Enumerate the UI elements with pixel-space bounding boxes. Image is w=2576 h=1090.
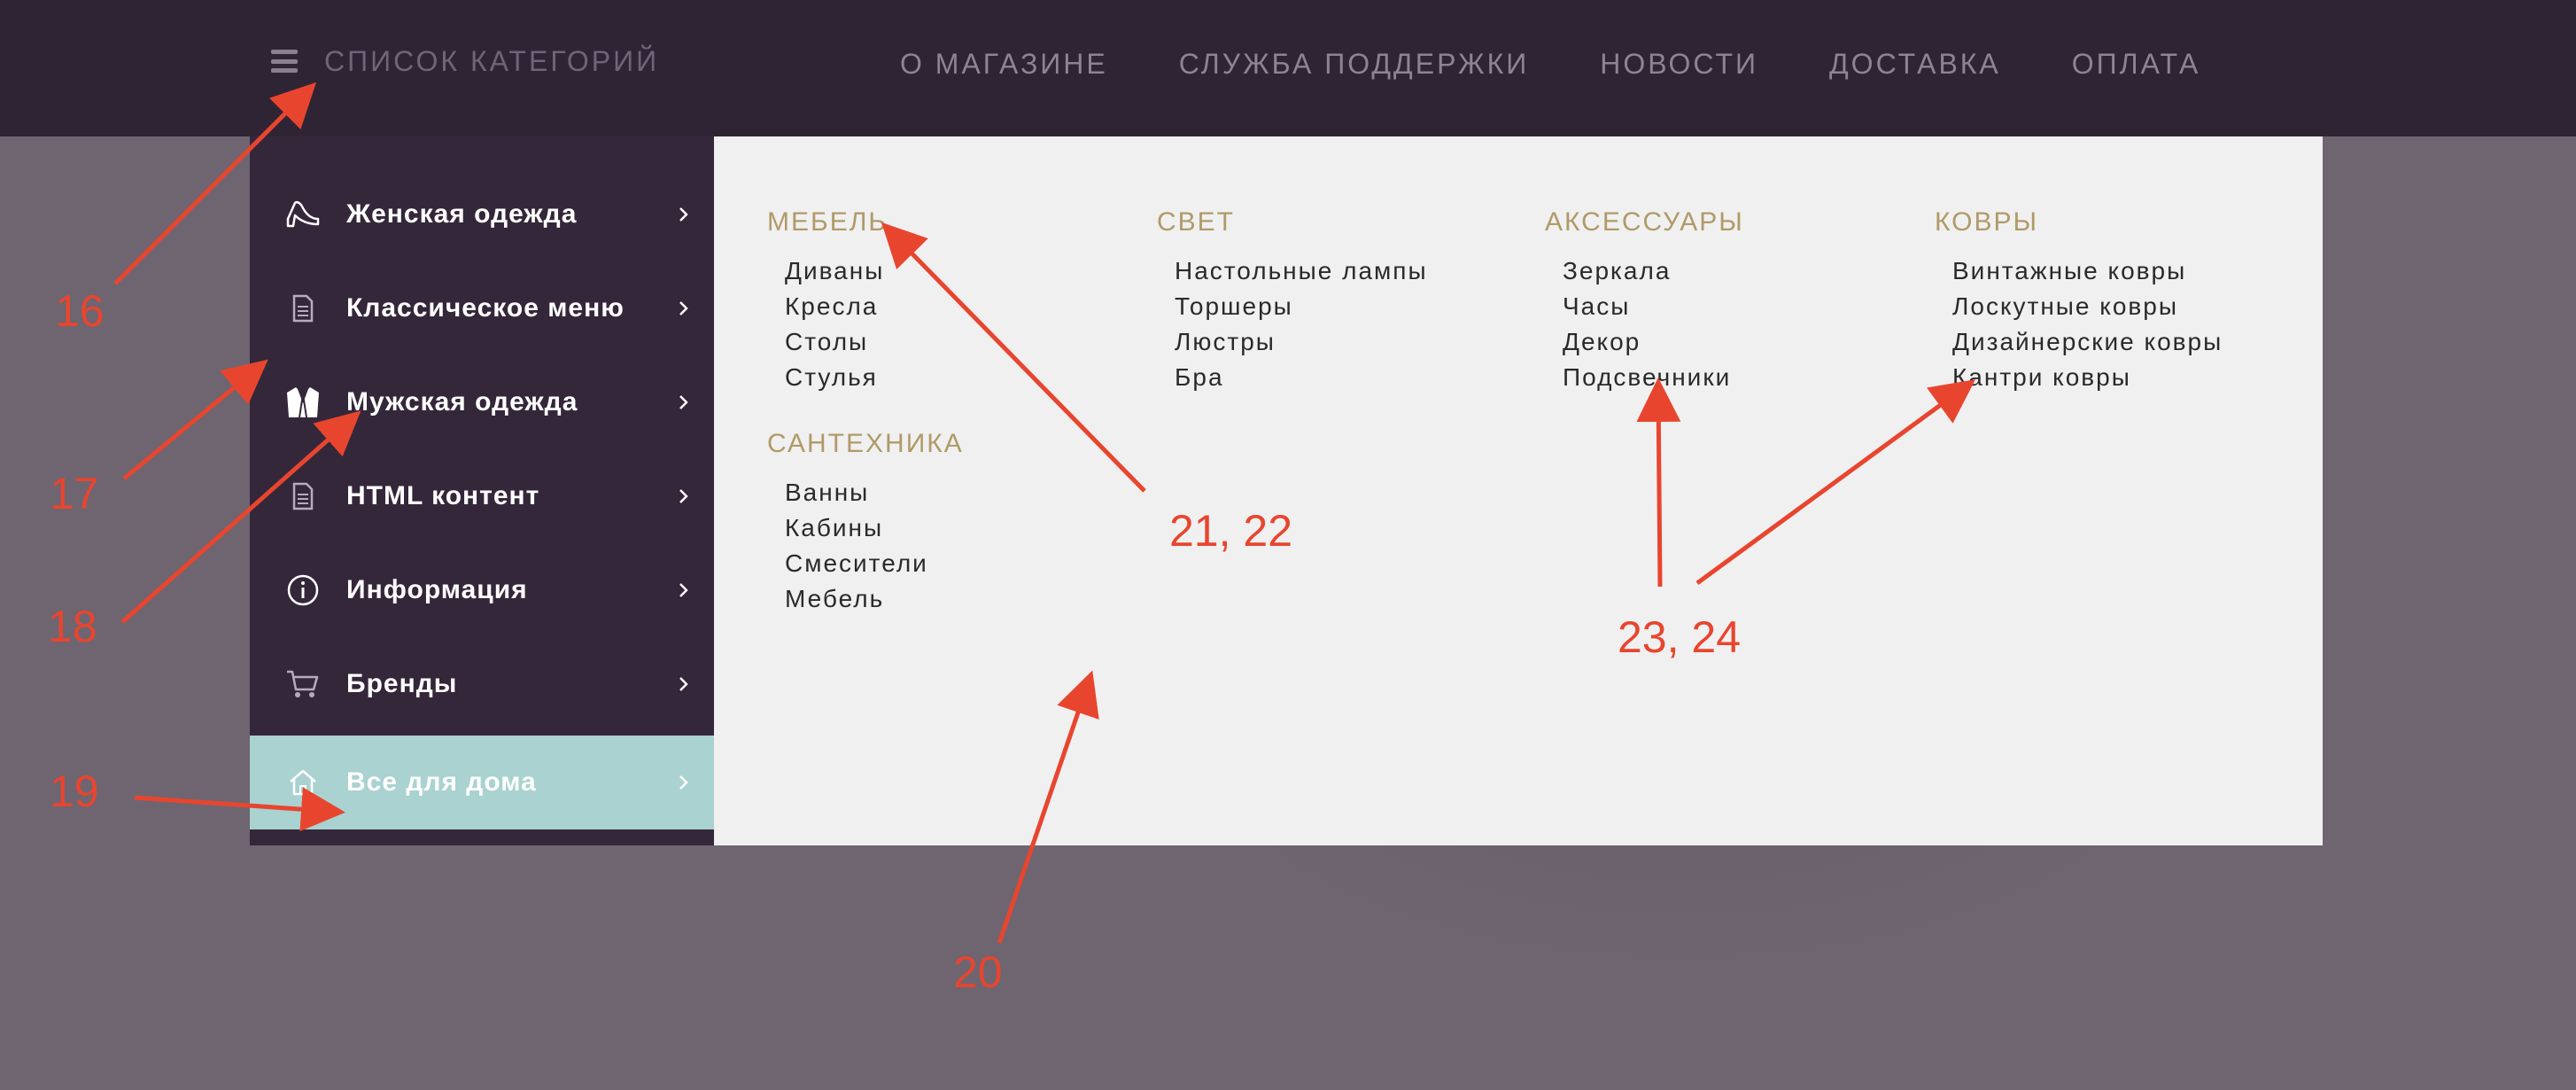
cart-icon (283, 665, 322, 704)
mega-column-3: АКСЕССУАРЫ Зеркала Часы Декор Подсвечник… (1545, 207, 1744, 395)
chevron-right-icon (679, 583, 688, 597)
menu-group-plumbing: САНТЕХНИКА Ванны Кабины Смесители Мебель (767, 429, 964, 617)
category-sidebar: Женская одежда Классическое меню Мужская… (250, 136, 714, 845)
menu-link[interactable]: Кресла (785, 289, 964, 324)
document-icon (283, 477, 322, 516)
sidebar-item-label: Все для дома (346, 767, 537, 797)
menu-link[interactable]: Ванны (785, 475, 964, 510)
group-title[interactable]: МЕБЕЛЬ (767, 207, 964, 237)
menu-link[interactable]: Винтажные ковры (1952, 253, 2223, 289)
high-heel-icon (283, 195, 322, 234)
nav-payment[interactable]: ОПЛАТА (2072, 48, 2201, 81)
nav-news[interactable]: НОВОСТИ (1600, 48, 1758, 81)
hamburger-icon (271, 50, 298, 73)
sidebar-item-classic-menu[interactable]: Классическое меню (250, 261, 714, 355)
menu-link[interactable]: Декор (1563, 324, 1744, 360)
group-title[interactable]: КОВРЫ (1935, 207, 2223, 237)
menu-link[interactable]: Часы (1563, 289, 1744, 324)
group-list: Винтажные ковры Лоскутные ковры Дизайнер… (1935, 253, 2223, 395)
sidebar-item-brands[interactable]: Бренды (250, 637, 714, 731)
menu-link[interactable]: Столы (785, 324, 964, 360)
sidebar-item-mens-clothing[interactable]: Мужская одежда (250, 355, 714, 449)
sidebar-item-label: Классическое меню (346, 293, 625, 323)
annotation-label: 20 (953, 947, 1003, 997)
chevron-right-icon (679, 489, 688, 503)
document-icon (283, 289, 322, 328)
menu-link[interactable]: Люстры (1175, 324, 1428, 360)
home-icon (283, 763, 322, 802)
menu-link[interactable]: Дизайнерские ковры (1952, 324, 2223, 360)
chevron-right-icon (679, 207, 688, 222)
chevron-right-icon (679, 677, 688, 691)
group-list: Ванны Кабины Смесители Мебель (767, 475, 964, 617)
group-title[interactable]: АКСЕССУАРЫ (1545, 207, 1744, 237)
sidebar-item-html-content[interactable]: HTML контент (250, 449, 714, 543)
mega-column-1: МЕБЕЛЬ Диваны Кресла Столы Стулья САНТЕХ… (767, 207, 964, 617)
category-list-label: СПИСОК КАТЕГОРИЙ (324, 44, 660, 77)
nav-about-store[interactable]: О МАГАЗИНЕ (900, 48, 1108, 81)
menu-link[interactable]: Смесители (785, 546, 964, 581)
menu-group-accessories: АКСЕССУАРЫ Зеркала Часы Декор Подсвечник… (1545, 207, 1744, 395)
top-header: СПИСОК КАТЕГОРИЙ О МАГАЗИНЕ СЛУЖБА ПОДДЕ… (0, 0, 2576, 136)
annotation-label: 17 (50, 469, 99, 518)
annotation-label: 18 (48, 602, 97, 651)
sidebar-item-label: Информация (346, 575, 528, 604)
group-list: Диваны Кресла Столы Стулья (767, 253, 964, 395)
menu-link[interactable]: Настольные лампы (1175, 253, 1428, 289)
menu-link[interactable]: Зеркала (1563, 253, 1744, 289)
menu-group-furniture: МЕБЕЛЬ Диваны Кресла Столы Стулья (767, 207, 964, 395)
chevron-right-icon (679, 301, 688, 315)
chevron-right-icon (679, 395, 688, 409)
annotation-label: 16 (55, 286, 105, 336)
menu-link[interactable]: Мебель (785, 581, 964, 617)
group-list: Настольные лампы Торшеры Люстры Бра (1157, 253, 1428, 395)
annotation-label: 23, 24 (1618, 612, 1742, 662)
group-title[interactable]: СВЕТ (1157, 207, 1428, 237)
mega-column-4: КОВРЫ Винтажные ковры Лоскутные ковры Ди… (1935, 207, 2223, 395)
jacket-icon (283, 383, 322, 422)
category-list-toggle[interactable]: СПИСОК КАТЕГОРИЙ (271, 39, 659, 83)
menu-link[interactable]: Подсвечники (1563, 360, 1744, 395)
group-title[interactable]: САНТЕХНИКА (767, 429, 964, 459)
info-icon (283, 571, 322, 610)
menu-group-lighting: СВЕТ Настольные лампы Торшеры Люстры Бра (1157, 207, 1428, 395)
nav-delivery[interactable]: ДОСТАВКА (1829, 48, 2001, 81)
nav-support[interactable]: СЛУЖБА ПОДДЕРЖКИ (1179, 48, 1530, 81)
menu-link[interactable]: Диваны (785, 253, 964, 289)
sidebar-item-label: Бренды (346, 669, 458, 698)
mega-menu-panel: МЕБЕЛЬ Диваны Кресла Столы Стулья САНТЕХ… (714, 136, 2323, 845)
sidebar-item-home-goods[interactable]: Все для дома (250, 736, 714, 829)
group-list: Зеркала Часы Декор Подсвечники (1545, 253, 1744, 395)
chevron-right-icon (679, 775, 688, 790)
menu-link[interactable]: Бра (1175, 360, 1428, 395)
sidebar-item-label: HTML контент (346, 481, 540, 510)
menu-group-rugs: КОВРЫ Винтажные ковры Лоскутные ковры Ди… (1935, 207, 2223, 395)
menu-link[interactable]: Стулья (785, 360, 964, 395)
sidebar-item-label: Мужская одежда (346, 387, 578, 417)
menu-link[interactable]: Торшеры (1175, 289, 1428, 324)
sidebar-item-information[interactable]: Информация (250, 543, 714, 637)
menu-link[interactable]: Кантри ковры (1952, 360, 2223, 395)
annotation-arrow-17 (122, 359, 268, 480)
annotation-label: 21, 22 (1169, 506, 1293, 556)
mega-column-2: СВЕТ Настольные лампы Торшеры Люстры Бра (1157, 207, 1428, 395)
sidebar-item-womens-clothing[interactable]: Женская одежда (250, 167, 714, 261)
menu-link[interactable]: Кабины (785, 510, 964, 546)
sidebar-item-label: Женская одежда (346, 199, 578, 229)
annotation-label: 19 (50, 767, 99, 816)
menu-link[interactable]: Лоскутные ковры (1952, 289, 2223, 324)
top-navigation: О МАГАЗИНЕ СЛУЖБА ПОДДЕРЖКИ НОВОСТИ ДОСТ… (900, 39, 2200, 89)
